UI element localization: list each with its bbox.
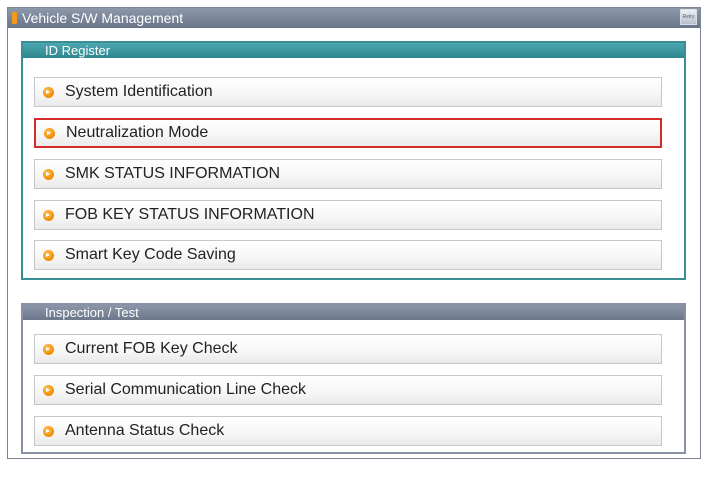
orange-arrow-bullet-icon [43, 425, 54, 437]
menu-item-label: System Identification [65, 83, 213, 100]
retry-button[interactable]: Retry [680, 9, 697, 25]
orange-arrow-bullet-icon [44, 127, 55, 139]
menu-item-label: FOB KEY STATUS INFORMATION [65, 206, 315, 223]
menu-item-current-fob-key-check[interactable]: Current FOB Key Check [34, 334, 662, 364]
menu-item-smk-status-information[interactable]: SMK STATUS INFORMATION [34, 159, 662, 189]
menu-item-label: Current FOB Key Check [65, 340, 238, 357]
inspection-test-group: Inspection / Test Current FOB Key Check … [21, 303, 686, 454]
orange-bar-icon [12, 12, 17, 24]
window-titlebar: Vehicle S/W Management Retry [8, 8, 700, 28]
inspection-test-header: Inspection / Test [23, 305, 684, 320]
menu-item-serial-communication-line-check[interactable]: Serial Communication Line Check [34, 375, 662, 405]
vehicle-sw-management-window: Vehicle S/W Management Retry ID Register… [7, 7, 701, 459]
orange-arrow-bullet-icon [43, 168, 54, 180]
menu-item-neutralization-mode[interactable]: Neutralization Mode [34, 118, 662, 148]
menu-item-system-identification[interactable]: System Identification [34, 77, 662, 107]
menu-item-fob-key-status-information[interactable]: FOB KEY STATUS INFORMATION [34, 200, 662, 230]
retry-icon: Retry [682, 13, 695, 20]
menu-item-label: Smart Key Code Saving [65, 246, 236, 263]
orange-arrow-bullet-icon [43, 86, 54, 98]
menu-item-label: Neutralization Mode [66, 124, 209, 141]
id-register-header: ID Register [23, 43, 684, 58]
orange-arrow-bullet-icon [43, 209, 54, 221]
orange-arrow-bullet-icon [43, 343, 54, 355]
menu-item-label: Serial Communication Line Check [65, 381, 306, 398]
menu-item-antenna-status-check[interactable]: Antenna Status Check [34, 416, 662, 446]
menu-item-smart-key-code-saving[interactable]: Smart Key Code Saving [34, 240, 662, 270]
orange-arrow-bullet-icon [43, 249, 54, 261]
orange-arrow-bullet-icon [43, 384, 54, 396]
window-title: Vehicle S/W Management [22, 10, 184, 26]
menu-item-label: Antenna Status Check [65, 422, 225, 439]
menu-item-label: SMK STATUS INFORMATION [65, 165, 281, 182]
id-register-group: ID Register System Identification Neutra… [21, 41, 686, 280]
